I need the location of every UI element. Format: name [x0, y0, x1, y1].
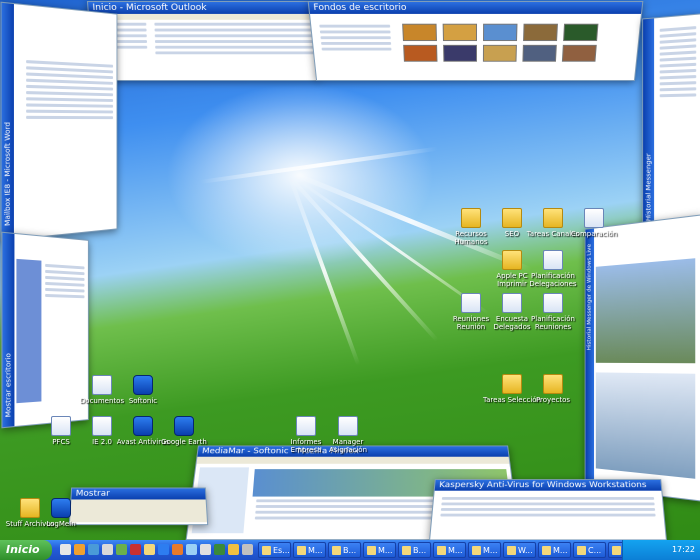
- right-panel-title: Historial Messenger: [644, 153, 653, 222]
- wallpaper-thumb[interactable]: [402, 23, 437, 42]
- small-window-title: Mostrar: [71, 488, 206, 500]
- document-icon: [584, 208, 604, 228]
- desktop-shortcut[interactable]: Google Earth: [154, 416, 214, 446]
- taskbar-window-button[interactable]: W...: [503, 542, 536, 558]
- quick-launch-icon[interactable]: [242, 544, 253, 555]
- desktop-shortcut[interactable]: Comparación: [564, 208, 624, 238]
- taskbar-window-button[interactable]: M...: [293, 542, 326, 558]
- document-icon: [461, 293, 481, 313]
- quick-launch-icon[interactable]: [214, 544, 225, 555]
- desktop-shortcut[interactable]: LogMeIn: [31, 498, 91, 528]
- folder-icon: [461, 208, 481, 228]
- quick-launch-icon[interactable]: [130, 544, 141, 555]
- shortcut-label: Google Earth: [161, 438, 207, 446]
- quick-launch-icon[interactable]: [60, 544, 71, 555]
- wallpaper-thumb[interactable]: [403, 44, 438, 62]
- messenger-history-window[interactable]: Historial Messenger: [642, 13, 700, 233]
- quick-launch-icon[interactable]: [74, 544, 85, 555]
- folder-icon: [543, 374, 563, 394]
- word-window[interactable]: Mailbox IE8 - Microsoft Word: [0, 1, 118, 242]
- start-button[interactable]: Inicio: [0, 540, 52, 560]
- wallpaper-thumb[interactable]: [563, 23, 599, 42]
- desktop-shortcut[interactable]: Manager Asignación: [318, 416, 378, 454]
- outlook-title: Inicio - Microsoft Outlook: [88, 1, 324, 14]
- folder-icon: [543, 208, 563, 228]
- screenshot-window[interactable]: Historial Messenger de Windows Live: [584, 214, 700, 502]
- quick-launch-icon[interactable]: [144, 544, 155, 555]
- shortcut-label: Planificación Delegaciones: [529, 272, 577, 288]
- wallpaper-thumb[interactable]: [482, 44, 517, 62]
- taskbar: Inicio Es... M... B... M... B... M... M... W...…: [0, 540, 700, 560]
- app-icon: [174, 416, 194, 436]
- wallpaper-thumb[interactable]: [523, 23, 558, 42]
- quick-launch-icon[interactable]: [200, 544, 211, 555]
- shortcut-label: Proyectos: [535, 396, 571, 404]
- document-icon: [92, 375, 112, 395]
- wallpaper-window[interactable]: Fondos de escritorio: [307, 0, 644, 81]
- right-ns-title: Historial Messenger de Windows Live: [586, 243, 593, 351]
- wallpaper-thumb[interactable]: [483, 23, 518, 42]
- shortcut-label: Comparación: [570, 230, 618, 238]
- document-icon: [296, 416, 316, 436]
- desktop-shortcut[interactable]: Proyectos: [523, 374, 583, 404]
- wallpaper-thumb[interactable]: [561, 44, 597, 62]
- explorer-title: Mostrar escritorio: [4, 353, 13, 418]
- shortcut-label: LogMeIn: [46, 520, 76, 528]
- wallpaper-title: Fondos de escritorio: [308, 1, 643, 14]
- taskbar-window-button[interactable]: Es...: [258, 542, 291, 558]
- word-title: Mailbox IE8 - Microsoft Word: [3, 121, 12, 227]
- taskbar-window-button[interactable]: M...: [538, 542, 571, 558]
- taskbar-window-button[interactable]: M...: [468, 542, 501, 558]
- document-icon: [543, 250, 563, 270]
- kaspersky-window[interactable]: Kaspersky Anti-Virus for Windows Worksta…: [429, 479, 667, 541]
- shortcut-label: Planificación Reuniones: [531, 315, 575, 331]
- desktop-shortcut[interactable]: Planificación Reuniones: [523, 293, 583, 331]
- quick-launch-icon[interactable]: [116, 544, 127, 555]
- kaspersky-title: Kaspersky Anti-Virus for Windows Worksta…: [434, 480, 662, 491]
- taskbar-window-button[interactable]: M...: [363, 542, 396, 558]
- document-icon: [51, 416, 71, 436]
- app-icon: [133, 416, 153, 436]
- wallpaper-thumb[interactable]: [443, 44, 477, 62]
- quick-launch-icon[interactable]: [186, 544, 197, 555]
- light-ray: [199, 146, 438, 184]
- app-icon: [51, 498, 71, 518]
- quick-launch-icon[interactable]: [172, 544, 183, 555]
- quick-launch-icon[interactable]: [102, 544, 113, 555]
- taskbar-window-button[interactable]: C...: [573, 542, 606, 558]
- wallpaper-thumb[interactable]: [442, 23, 478, 42]
- outlook-window[interactable]: Inicio - Microsoft Outlook: [86, 0, 326, 81]
- quick-launch-icon[interactable]: [88, 544, 99, 555]
- clock: 17:22: [671, 545, 695, 554]
- shortcut-label: Softonic: [128, 397, 158, 405]
- app-icon: [133, 375, 153, 395]
- folder-icon: [502, 374, 522, 394]
- document-icon: [92, 416, 112, 436]
- light-ray: [288, 176, 361, 366]
- quick-launch-icon[interactable]: [158, 544, 169, 555]
- taskbar-window-button[interactable]: B...: [398, 542, 431, 558]
- system-tray: 17:22: [622, 540, 700, 560]
- quick-launch-icon[interactable]: [228, 544, 239, 555]
- wallpaper-thumb[interactable]: [522, 44, 557, 62]
- taskbar-window-button[interactable]: M...: [433, 542, 466, 558]
- folder-icon: [502, 208, 522, 228]
- desktop-shortcut[interactable]: Planificación Delegaciones: [523, 250, 583, 288]
- document-icon: [502, 293, 522, 313]
- document-icon: [338, 416, 358, 436]
- shortcut-label: Manager Asignación: [328, 438, 368, 454]
- folder-icon: [502, 250, 522, 270]
- document-icon: [543, 293, 563, 313]
- desktop-shortcut[interactable]: Softonic: [113, 375, 173, 405]
- taskbar-window-button[interactable]: B...: [328, 542, 361, 558]
